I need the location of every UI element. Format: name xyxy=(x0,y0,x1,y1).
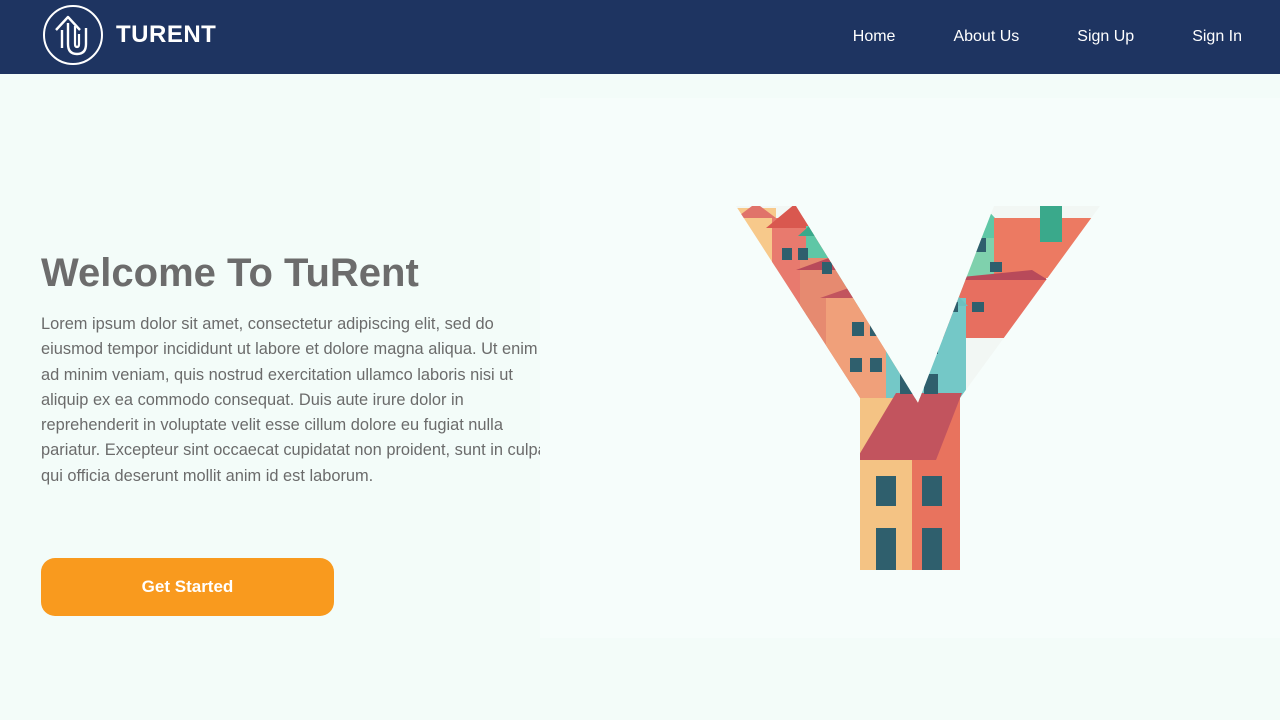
nav-link-home[interactable]: Home xyxy=(853,28,896,46)
hero-section: Welcome To TuRent Lorem ipsum dolor sit … xyxy=(41,250,556,489)
nav-link-sign-up[interactable]: Sign Up xyxy=(1077,28,1134,46)
top-navbar: TURENT Home About Us Sign Up Sign In xyxy=(0,0,1280,74)
hero-title: Welcome To TuRent xyxy=(41,251,419,295)
nav-link-about-us[interactable]: About Us xyxy=(953,28,1019,46)
main-nav: Home About Us Sign Up Sign In xyxy=(795,0,1242,74)
y-houses-illustration xyxy=(736,206,1100,570)
get-started-button[interactable]: Get Started xyxy=(41,558,334,616)
hero-description: Lorem ipsum dolor sit amet, consectetur … xyxy=(41,315,547,485)
nav-link-sign-in[interactable]: Sign In xyxy=(1192,28,1242,46)
house-key-logo-icon xyxy=(43,5,103,65)
brand-name: TURENT xyxy=(116,21,217,48)
brand[interactable]: TURENT xyxy=(42,4,216,66)
